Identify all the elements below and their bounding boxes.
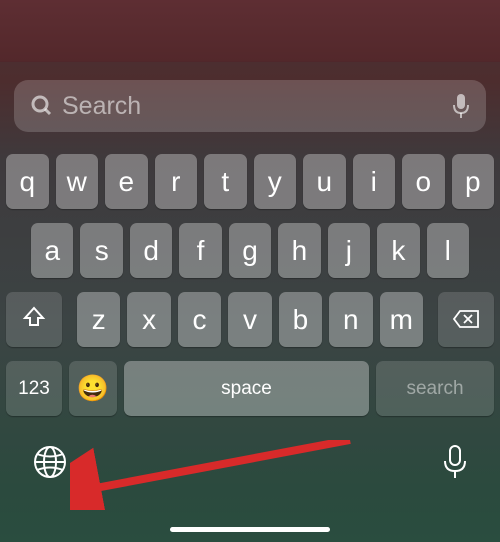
globe-icon bbox=[32, 444, 68, 485]
key-f[interactable]: f bbox=[179, 223, 221, 278]
key-row-2: a s d f g h j k l bbox=[6, 223, 494, 278]
numbers-key[interactable]: 123 bbox=[6, 361, 62, 416]
key-t[interactable]: t bbox=[204, 154, 247, 209]
key-d[interactable]: d bbox=[130, 223, 172, 278]
emoji-key[interactable]: 😀 bbox=[69, 361, 117, 416]
key-row-3: z x c v b n m bbox=[6, 292, 494, 347]
space-key[interactable]: space bbox=[124, 361, 369, 416]
delete-icon bbox=[452, 304, 480, 336]
key-x[interactable]: x bbox=[127, 292, 170, 347]
key-n[interactable]: n bbox=[329, 292, 372, 347]
search-container: Search bbox=[0, 62, 500, 146]
key-g[interactable]: g bbox=[229, 223, 271, 278]
key-r[interactable]: r bbox=[155, 154, 198, 209]
key-h[interactable]: h bbox=[278, 223, 320, 278]
shift-key[interactable] bbox=[6, 292, 62, 347]
key-e[interactable]: e bbox=[105, 154, 148, 209]
keyboard: q w e r t y u i o p a s d f g h j k l z bbox=[0, 146, 500, 416]
key-o[interactable]: o bbox=[402, 154, 445, 209]
key-v[interactable]: v bbox=[228, 292, 271, 347]
key-y[interactable]: y bbox=[254, 154, 297, 209]
key-b[interactable]: b bbox=[279, 292, 322, 347]
bottom-bar bbox=[0, 430, 500, 485]
key-row-4: 123 😀 space search bbox=[6, 361, 494, 416]
microphone-icon[interactable] bbox=[452, 93, 470, 119]
key-q[interactable]: q bbox=[6, 154, 49, 209]
emoji-icon: 😀 bbox=[77, 373, 109, 404]
key-i[interactable]: i bbox=[353, 154, 396, 209]
search-icon bbox=[30, 94, 54, 118]
key-z[interactable]: z bbox=[77, 292, 120, 347]
key-m[interactable]: m bbox=[380, 292, 423, 347]
key-c[interactable]: c bbox=[178, 292, 221, 347]
key-u[interactable]: u bbox=[303, 154, 346, 209]
status-area bbox=[0, 0, 500, 62]
globe-button[interactable] bbox=[32, 444, 68, 485]
microphone-icon bbox=[442, 444, 468, 485]
search-placeholder: Search bbox=[62, 92, 452, 121]
key-s[interactable]: s bbox=[80, 223, 122, 278]
search-input[interactable]: Search bbox=[14, 80, 486, 132]
key-a[interactable]: a bbox=[31, 223, 73, 278]
home-indicator[interactable] bbox=[170, 527, 330, 532]
shift-icon bbox=[22, 304, 46, 336]
search-key[interactable]: search bbox=[376, 361, 494, 416]
key-w[interactable]: w bbox=[56, 154, 99, 209]
key-j[interactable]: j bbox=[328, 223, 370, 278]
key-k[interactable]: k bbox=[377, 223, 419, 278]
delete-key[interactable] bbox=[438, 292, 494, 347]
key-row-1: q w e r t y u i o p bbox=[6, 154, 494, 209]
dictate-button[interactable] bbox=[442, 444, 468, 485]
key-p[interactable]: p bbox=[452, 154, 495, 209]
key-l[interactable]: l bbox=[427, 223, 469, 278]
